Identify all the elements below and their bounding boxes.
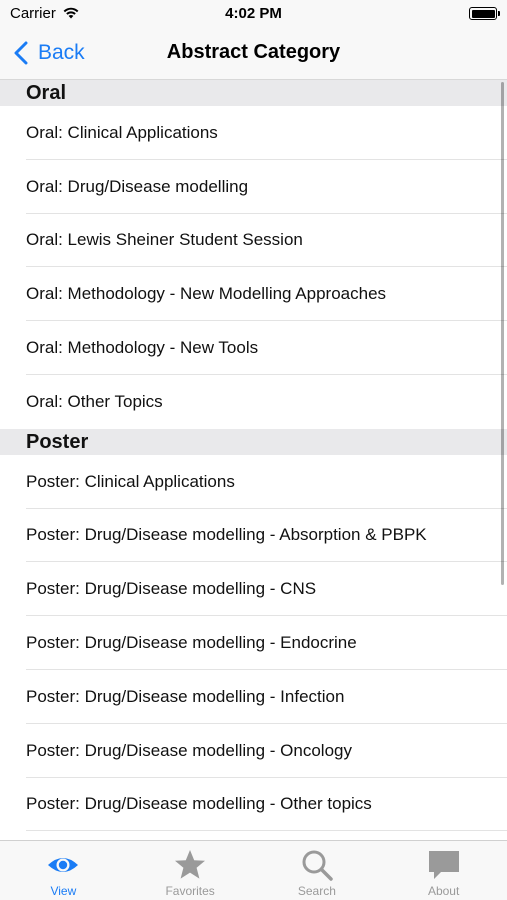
list-item[interactable]: Poster: Drug/Disease modelling - Endocri…	[0, 616, 507, 670]
status-time: 4:02 PM	[225, 5, 282, 22]
list-item[interactable]: Oral: Drug/Disease modelling	[0, 160, 507, 214]
list-item[interactable]: Oral: Clinical Applications	[0, 106, 507, 160]
tab-bar: View Favorites Search About	[0, 840, 507, 900]
list-item[interactable]: Oral: Methodology - New Modelling Approa…	[0, 267, 507, 321]
list-item[interactable]: Poster: Drug/Disease modelling - Absorpt…	[0, 509, 507, 563]
category-list[interactable]: Oral Oral: Clinical Applications Oral: D…	[0, 80, 507, 840]
section-header-oral: Oral	[0, 80, 507, 106]
list-item[interactable]: Poster: Drug/Disease modelling - Other t…	[0, 778, 507, 832]
tab-label: About	[427, 884, 460, 898]
battery-icon	[469, 7, 500, 20]
page-title: Abstract Category	[166, 41, 341, 63]
tab-view[interactable]: View	[0, 841, 127, 900]
list-item[interactable]: Poster: Drug/Disease modelling - CNS	[0, 562, 507, 616]
eye-icon	[48, 858, 79, 872]
tab-label: View	[50, 884, 77, 898]
list-item[interactable]: Poster: Drug/Disease modelling - Infecti…	[0, 670, 507, 724]
list-item[interactable]: Oral: Other Topics	[0, 375, 507, 429]
tab-favorites[interactable]: Favorites	[127, 841, 254, 900]
list-item[interactable]: Poster: Clinical Applications	[0, 455, 507, 509]
tab-label: Search	[297, 884, 336, 898]
section-header-poster: Poster	[0, 428, 507, 455]
list-item[interactable]: Oral: Lewis Sheiner Student Session	[0, 214, 507, 268]
status-bar: Carrier 4:02 PM	[0, 0, 507, 28]
star-icon	[175, 850, 206, 879]
search-icon	[302, 850, 333, 881]
navigation-bar: Back Abstract Category	[0, 28, 507, 80]
list-item[interactable]: Poster: Drug/Disease modelling - Oncolog…	[0, 724, 507, 778]
tab-label: Favorites	[165, 884, 215, 898]
chat-bubble-icon	[428, 851, 459, 879]
tab-about[interactable]: About	[380, 841, 507, 900]
list-item[interactable]: Oral: Methodology - New Tools	[0, 321, 507, 375]
tab-search[interactable]: Search	[254, 841, 381, 900]
scroll-indicator[interactable]	[501, 82, 504, 585]
